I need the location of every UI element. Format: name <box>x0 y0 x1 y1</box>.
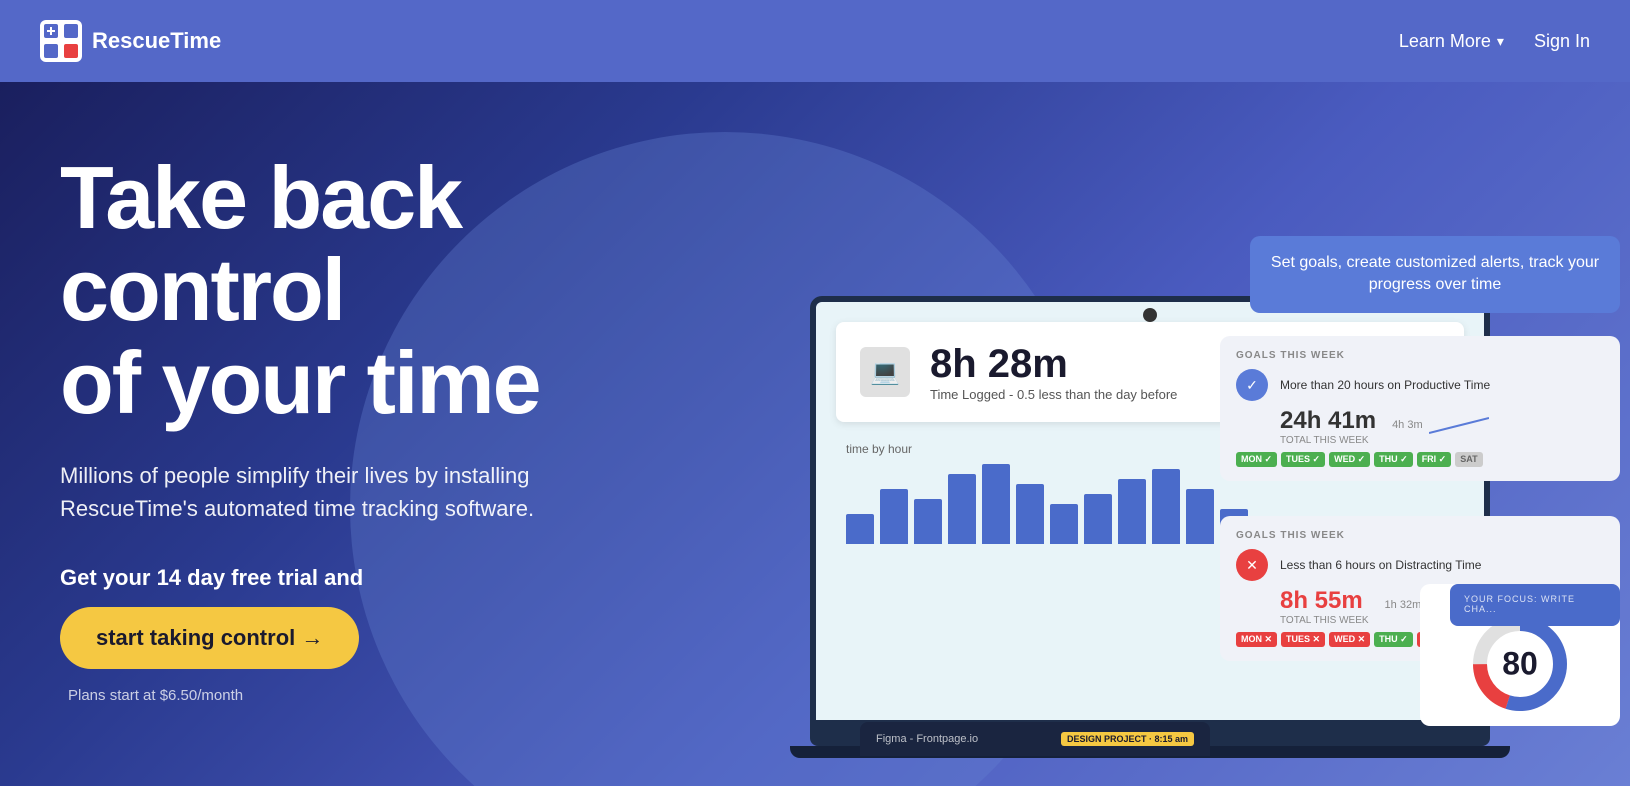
app-bar-title: Figma - Frontpage.io <box>876 733 1051 745</box>
navbar: RescueTime Learn More ▾ Sign In <box>0 0 1630 82</box>
day-badge-red: WED ✕ <box>1329 632 1370 647</box>
focus-card: YOUR FOCUS: Write Cha... <box>1450 584 1620 626</box>
app-bar-mockup: Figma - Frontpage.io DESIGN PROJECT · 8:… <box>860 722 1210 756</box>
bar <box>1016 484 1044 544</box>
bar <box>982 464 1010 544</box>
bar <box>1084 494 1112 544</box>
app-bar-badge: DESIGN PROJECT · 8:15 am <box>1061 732 1194 746</box>
goal-check-icon: ✓ <box>1236 369 1268 401</box>
day-badges-productive: MON ✓ TUES ✓ WED ✓ THU ✓ FRI ✓ SAT <box>1236 452 1604 467</box>
goal-time-label-2: TOTAL THIS WEEK <box>1280 615 1369 626</box>
goal-card-header: GOALS THIS WEEK <box>1236 350 1604 361</box>
logo-text: RescueTime <box>92 28 221 54</box>
bar <box>1152 469 1180 544</box>
day-badge: WED ✓ <box>1329 452 1370 467</box>
chevron-down-icon: ▾ <box>1497 33 1504 50</box>
hero-right-content: 💻 8h 28m Time Logged - 0.5 less than the… <box>730 206 1630 786</box>
focus-label: YOUR FOCUS: Write Cha... <box>1464 594 1606 614</box>
learn-more-link[interactable]: Learn More ▾ <box>1399 31 1504 52</box>
sparkline-chart <box>1429 413 1489 437</box>
day-badge: THU ✓ <box>1374 452 1413 467</box>
day-badge-green: THU ✓ <box>1374 632 1413 647</box>
bar <box>948 474 976 544</box>
goals-tooltip-card: Set goals, create customized alerts, tra… <box>1250 236 1620 313</box>
day-badge: TUES ✓ <box>1281 452 1325 467</box>
bar <box>1050 504 1078 544</box>
pulse-circle: 80 <box>1470 614 1570 714</box>
bar <box>1118 479 1146 544</box>
goal-x-icon: ✕ <box>1236 549 1268 581</box>
hero-title: Take back control of your time <box>60 152 680 429</box>
sign-in-link[interactable]: Sign In <box>1534 31 1590 52</box>
screen-notch <box>1143 308 1157 322</box>
goal-description-2: Less than 6 hours on Distracting Time <box>1280 558 1604 572</box>
goal-card-row: ✓ More than 20 hours on Productive Time <box>1236 369 1604 401</box>
laptop-icon: 💻 <box>860 347 910 397</box>
goal-card-row-2: ✕ Less than 6 hours on Distracting Time <box>1236 549 1604 581</box>
day-badge: FRI ✓ <box>1417 452 1452 467</box>
hero-left-content: Take back control of your time Millions … <box>0 142 680 705</box>
goal-time-value: 24h 41m <box>1280 407 1376 435</box>
day-badge-red: MON ✕ <box>1236 632 1277 647</box>
bar <box>880 489 908 544</box>
hero-subtitle: Millions of people simplify their lives … <box>60 459 620 525</box>
pulse-number: 80 <box>1502 646 1538 683</box>
pricing-label: Plans start at $6.50/month <box>68 687 243 704</box>
goal-time-value-2: 8h 55m <box>1280 587 1369 615</box>
goal-time-label: TOTAL THIS WEEK <box>1280 435 1376 446</box>
hero-section: Take back control of your time Millions … <box>0 82 1630 786</box>
logo[interactable]: RescueTime <box>40 20 221 62</box>
start-taking-control-button[interactable]: start taking control → <box>60 607 359 669</box>
day-badge: SAT <box>1455 452 1482 467</box>
bar <box>1186 489 1214 544</box>
day-badge: MON ✓ <box>1236 452 1277 467</box>
day-badge-red: TUES ✕ <box>1281 632 1325 647</box>
logo-icon <box>40 20 82 62</box>
bar <box>846 514 874 544</box>
hero-cta-label: Get your 14 day free trial and <box>60 565 680 591</box>
goal-card-productive: GOALS THIS WEEK ✓ More than 20 hours on … <box>1220 336 1620 481</box>
nav-right: Learn More ▾ Sign In <box>1399 31 1590 52</box>
goal-description: More than 20 hours on Productive Time <box>1280 378 1604 392</box>
goal-card-header-2: GOALS THIS WEEK <box>1236 530 1604 541</box>
bar <box>914 499 942 544</box>
